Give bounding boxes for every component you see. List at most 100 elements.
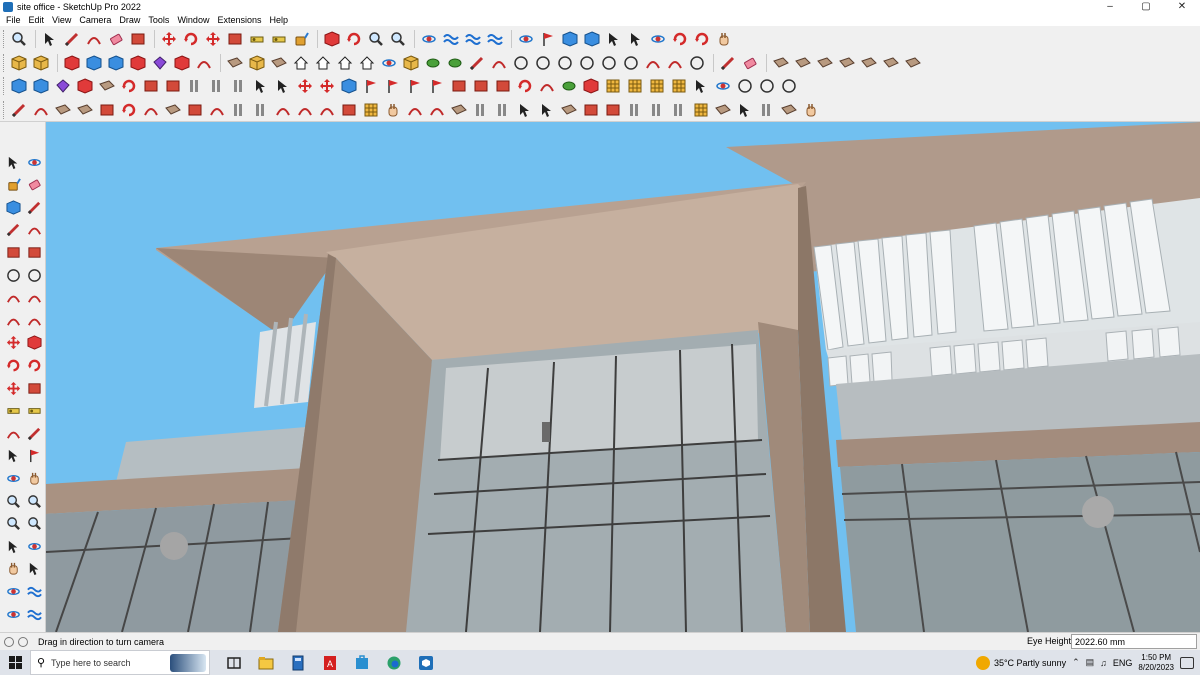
zoom-extents-tool-button[interactable] [4, 515, 22, 533]
menu-window[interactable]: Window [173, 15, 213, 25]
push-pull-tool-button[interactable] [25, 334, 43, 352]
scale-tool-button[interactable] [4, 379, 22, 397]
erase-pink-button[interactable] [740, 53, 760, 73]
toolbar-grip[interactable] [3, 77, 6, 95]
pyramid4-button[interactable] [427, 76, 447, 96]
show-hidden-icons[interactable]: ⌃ [1072, 657, 1080, 668]
zoom-button[interactable] [366, 29, 386, 49]
walk-tool-button[interactable] [4, 560, 22, 578]
arc-tool-button[interactable] [4, 289, 22, 307]
paint-bucket-button[interactable] [291, 29, 311, 49]
sweep-button[interactable] [194, 53, 214, 73]
credits-icon[interactable] [18, 636, 28, 647]
layer-blue-button[interactable] [9, 76, 29, 96]
circle-small-button[interactable] [735, 76, 755, 96]
rotate-tool-button[interactable] [4, 356, 22, 374]
3d-text-button[interactable] [25, 447, 43, 465]
slab2-button[interactable] [53, 100, 73, 120]
move-tool-button[interactable] [4, 334, 22, 352]
tape-measure-button[interactable] [247, 29, 267, 49]
terrain5-button[interactable] [859, 53, 879, 73]
arrow2-button[interactable] [515, 100, 535, 120]
grid4-button[interactable] [669, 76, 689, 96]
notifications-icon[interactable] [1180, 656, 1194, 669]
orbit-tool-button[interactable] [4, 469, 22, 487]
donut-button[interactable] [599, 53, 619, 73]
axes-tool-button[interactable] [4, 447, 22, 465]
weather-text[interactable]: 35°C Partly sunny [994, 658, 1066, 668]
tag-tool-button[interactable] [4, 198, 22, 216]
frame4-button[interactable] [603, 100, 623, 120]
toolbar-grip[interactable] [3, 54, 6, 72]
network-icon[interactable]: ▤ [1086, 657, 1095, 668]
menu-tools[interactable]: Tools [144, 15, 173, 25]
slab4-button[interactable] [163, 100, 183, 120]
array2-button[interactable] [471, 76, 491, 96]
plane-button[interactable] [269, 53, 289, 73]
rectangle-button[interactable] [128, 29, 148, 49]
hex-button[interactable] [339, 76, 359, 96]
round-button[interactable] [379, 53, 399, 73]
guide-button[interactable] [626, 29, 646, 49]
column-button[interactable] [185, 76, 205, 96]
taskbar-edge-button[interactable] [378, 650, 410, 675]
wall2-button[interactable] [251, 100, 271, 120]
eraser-tool-button[interactable] [25, 176, 43, 194]
ruby-tool-button[interactable] [4, 605, 22, 623]
extrude-profile-button[interactable] [150, 53, 170, 73]
toolbar-grip[interactable] [3, 30, 6, 48]
house-button[interactable] [291, 53, 311, 73]
taskbar-store-button[interactable] [346, 650, 378, 675]
pan-button[interactable] [714, 29, 734, 49]
polygon-tool-button[interactable] [25, 266, 43, 284]
arc7-button[interactable] [317, 100, 337, 120]
tree-button[interactable] [423, 53, 443, 73]
terrain2-button[interactable] [793, 53, 813, 73]
rotate-button[interactable] [181, 29, 201, 49]
taskbar-search[interactable]: ⚲ Type here to search [30, 650, 210, 675]
vector2-button[interactable] [273, 76, 293, 96]
taskbar-task-view-button[interactable] [218, 650, 250, 675]
extrude-lines-button[interactable] [128, 53, 148, 73]
column3-button[interactable] [229, 76, 249, 96]
zoom-extents-button[interactable] [9, 29, 29, 49]
plant2-button[interactable] [559, 76, 579, 96]
clock[interactable]: 1:50 PM 8/20/2023 [1138, 653, 1174, 673]
loop-button[interactable] [515, 76, 535, 96]
frame3-button[interactable] [581, 100, 601, 120]
section-button[interactable] [441, 29, 461, 49]
taskbar-sketchup-button[interactable] [410, 650, 442, 675]
slab7-button[interactable] [713, 100, 733, 120]
extrude-red-button[interactable] [62, 53, 82, 73]
group-button[interactable] [31, 53, 51, 73]
language-indicator[interactable]: ENG [1113, 658, 1133, 668]
redo-button[interactable] [692, 29, 712, 49]
component-button[interactable] [9, 53, 29, 73]
spline-button[interactable] [643, 53, 663, 73]
position-camera-button[interactable] [538, 29, 558, 49]
freehand-tool-button[interactable] [25, 221, 43, 239]
menu-help[interactable]: Help [265, 15, 292, 25]
text-tool-button[interactable] [25, 424, 43, 442]
frame-button[interactable] [141, 76, 161, 96]
surface-button[interactable] [225, 53, 245, 73]
offset-tool-button[interactable] [25, 379, 43, 397]
line-button[interactable] [62, 29, 82, 49]
array-button[interactable] [449, 76, 469, 96]
paint-tool-button[interactable] [4, 176, 22, 194]
pointer-button[interactable] [691, 76, 711, 96]
zoom-window-tool-button[interactable] [25, 492, 43, 510]
frame2-button[interactable] [163, 76, 183, 96]
arrow3-button[interactable] [537, 100, 557, 120]
oval-button[interactable] [621, 53, 641, 73]
hand2-button[interactable] [383, 100, 403, 120]
maximize-button[interactable]: ▢ [1128, 0, 1164, 13]
weather-icon[interactable] [975, 655, 990, 670]
arc8-button[interactable] [405, 100, 425, 120]
circle-small3-button[interactable] [779, 76, 799, 96]
taskbar-calculator-button[interactable] [282, 650, 314, 675]
measurements-field[interactable]: 2022.60 mm [1071, 634, 1197, 649]
grid2-button[interactable] [625, 76, 645, 96]
bezier-button[interactable] [665, 53, 685, 73]
ring-button[interactable] [577, 53, 597, 73]
